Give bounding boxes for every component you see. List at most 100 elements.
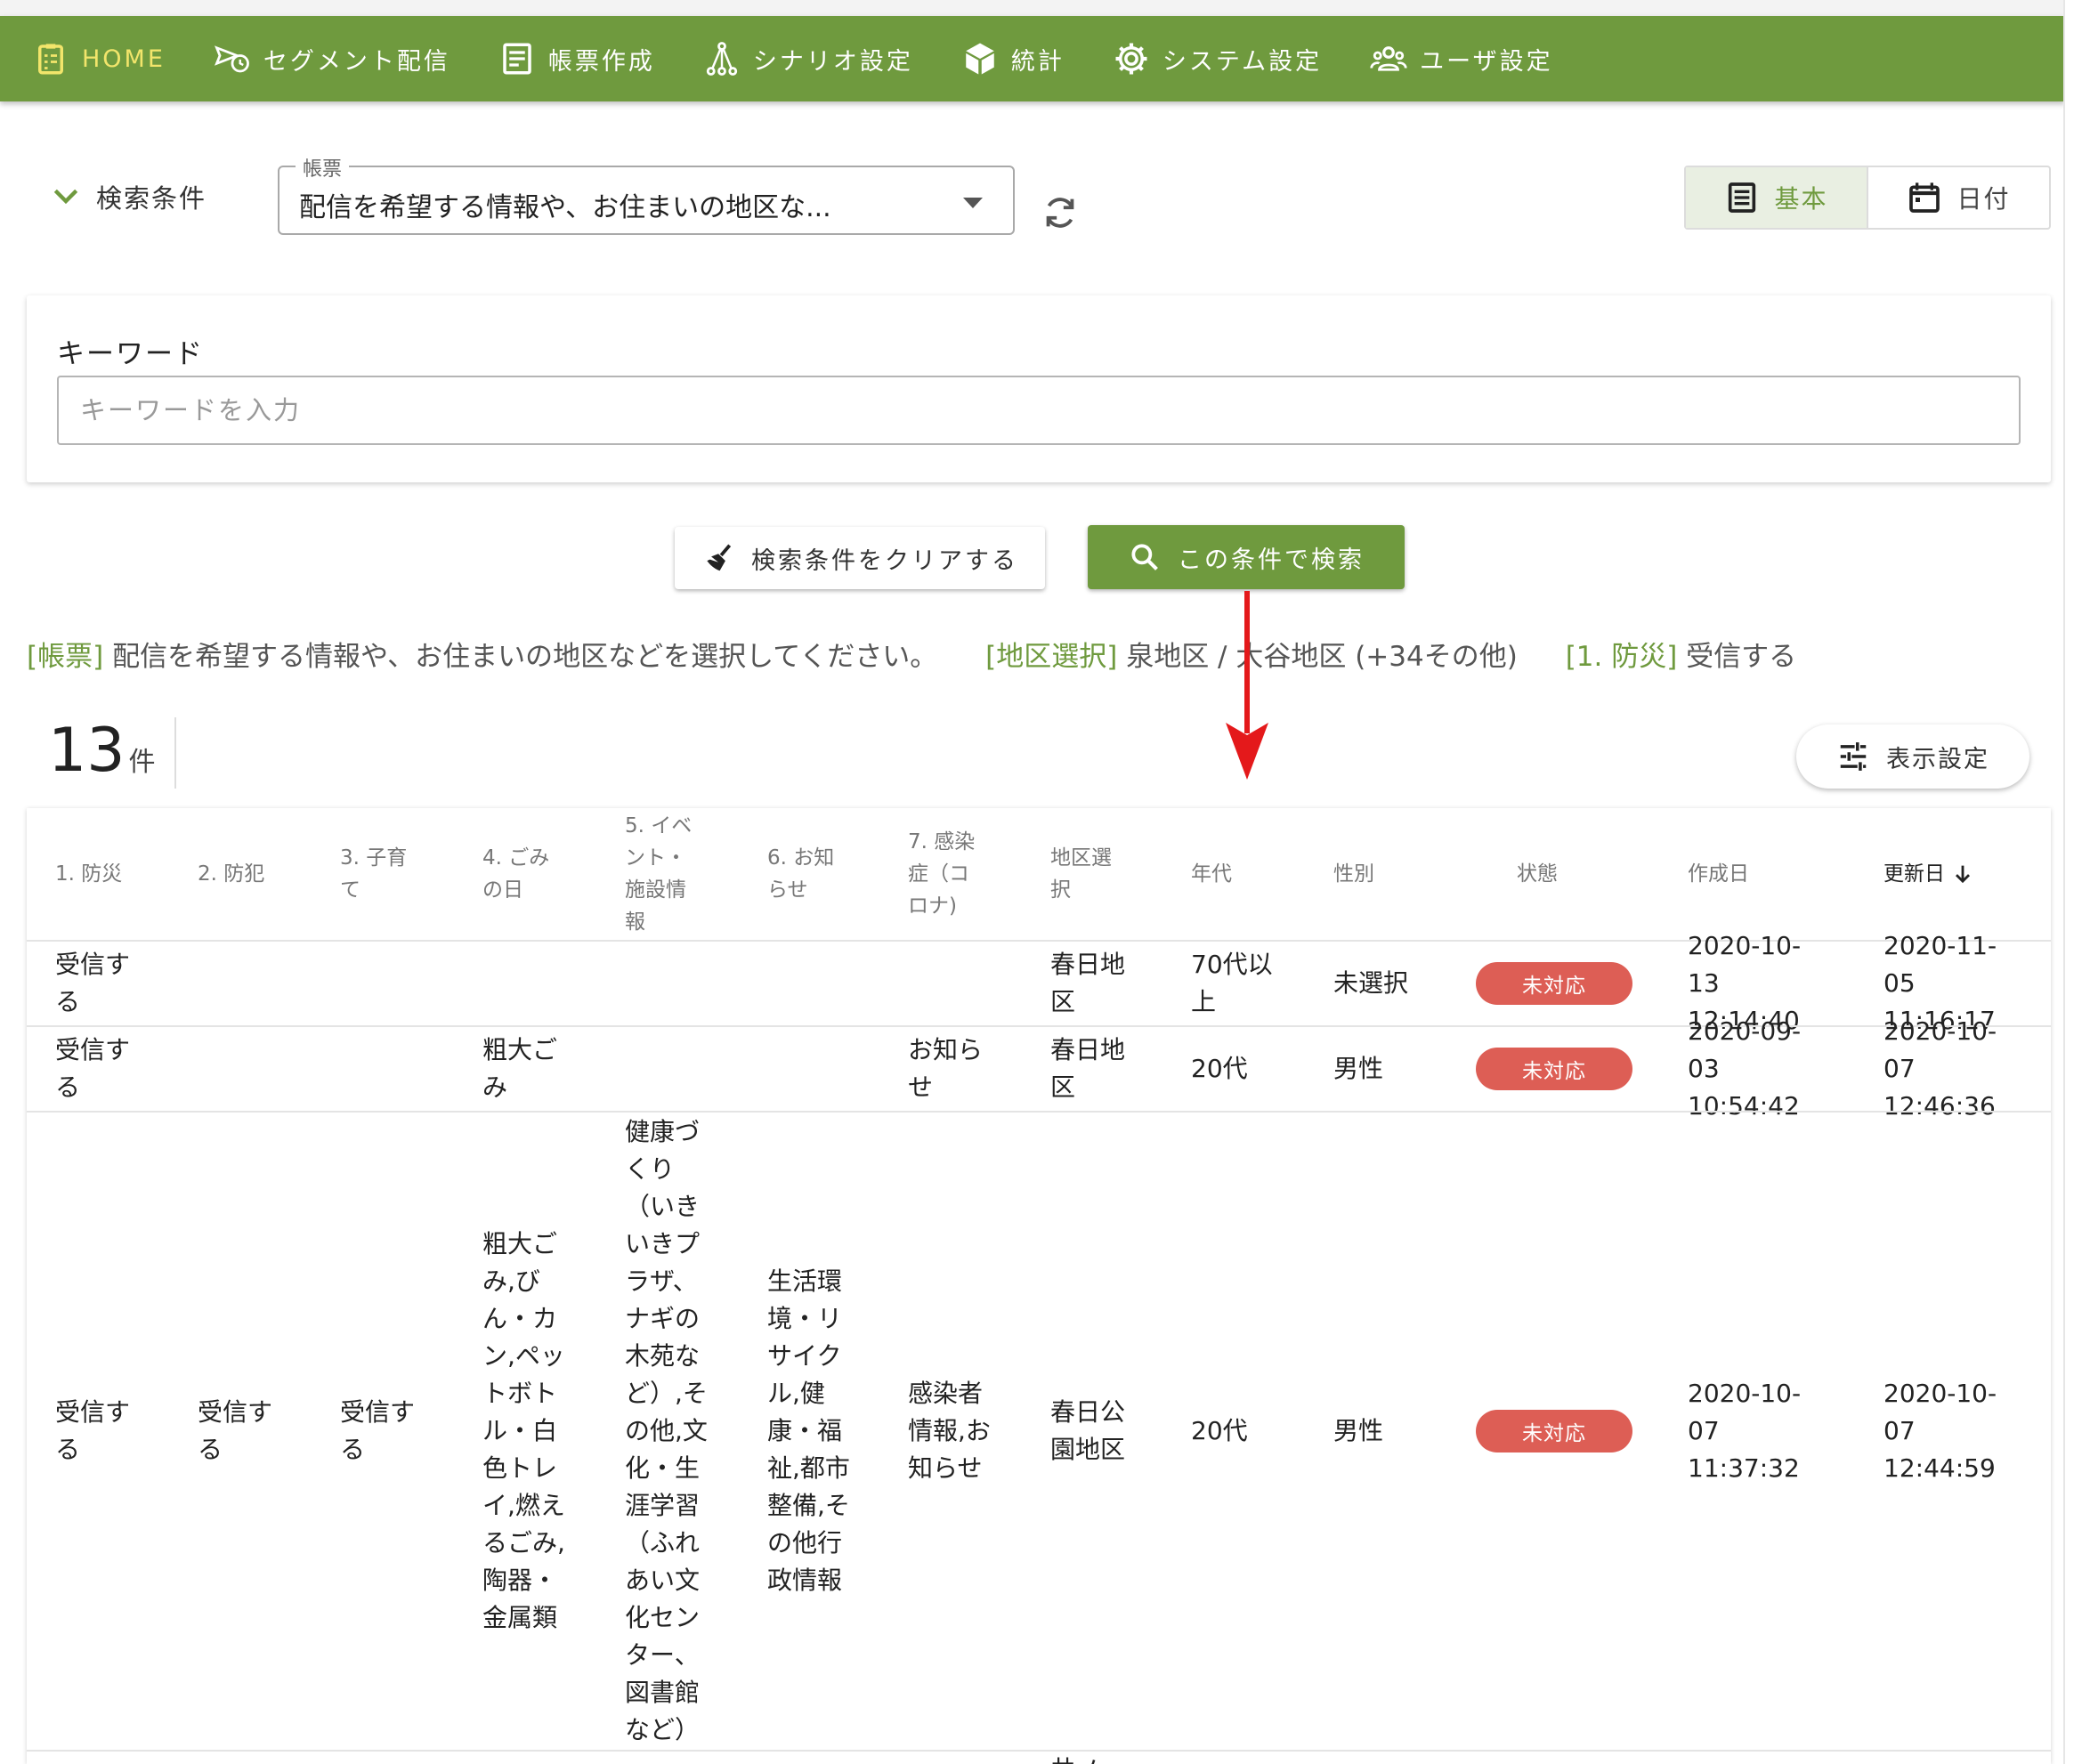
calendar-icon [1909, 182, 1940, 213]
cell-age: 70代以上 [1191, 950, 1273, 1016]
scenario-tree-icon [706, 42, 738, 76]
summary-form: [帳票] 配信を希望する情報や、お住まいの地区などを選択してください。 [27, 641, 937, 673]
result-count-unit: 件 [128, 747, 156, 778]
search-icon [1131, 544, 1158, 570]
nav-home[interactable]: HOME [32, 40, 166, 77]
results-table: 1. 防災 2. 防犯 3. 子育て 4. ごみの日 5. イベント・施設情報 … [27, 808, 2051, 1764]
display-settings-label: 表示設定 [1886, 745, 1989, 773]
caret-down-icon [963, 198, 983, 208]
cell-created: 2020-09-03 10:54:42 [1688, 1016, 1802, 1121]
search-conditions-label: 検索条件 [96, 183, 207, 214]
col-header-infection[interactable]: 7. 感染症（コロナ) [908, 808, 988, 940]
top-strip [0, 0, 2090, 16]
col-header-notice[interactable]: 6. お知らせ [767, 808, 847, 940]
summary-form-tag: [帳票] [27, 641, 104, 673]
col-header-area[interactable]: 地区選択 [1050, 808, 1130, 940]
cell-area: 春日地区 [1050, 950, 1126, 1016]
broom-icon [707, 544, 732, 571]
status-badge: 未対応 [1476, 962, 1632, 1005]
result-count-number: 13 [48, 716, 126, 786]
summary-disaster-tag: [1. 防災] [1565, 641, 1678, 673]
summary-form-value: 配信を希望する情報や、お住まいの地区などを選択してください。 [112, 641, 938, 673]
cell-garbage: 粗大ごみ,びん・カン,ペットボトル・白色トレイ,燃えるごみ,陶器・金属類 [482, 1229, 565, 1632]
cell-disaster: 受信する [55, 1035, 131, 1102]
col-header-created[interactable]: 作成日 [1688, 808, 1803, 940]
chevron-down-icon [53, 189, 78, 205]
gear-icon [1115, 43, 1147, 75]
col-header-disaster[interactable]: 1. 防災 [55, 808, 153, 940]
search-conditions-toggle[interactable]: 検索条件 [48, 178, 207, 215]
form-select-label: 帳票 [296, 153, 350, 182]
cell-area: 春日地区 [1050, 1035, 1126, 1102]
col-header-updated-label: 更新日 [1883, 862, 1945, 886]
view-date-label: 日付 [1956, 184, 2011, 214]
refresh-icon[interactable] [1040, 192, 1081, 233]
cell-age: 20代 [1191, 1054, 1248, 1083]
search-button-label: この条件で検索 [1178, 546, 1365, 574]
row-divider [27, 1750, 2051, 1752]
cell-infection: 感染者情報,お知らせ [908, 1379, 991, 1483]
col-header-garbage[interactable]: 4. ごみの日 [482, 808, 563, 940]
scrollbar-track[interactable] [2063, 0, 2090, 1764]
nav-segment-delivery[interactable]: セグメント配信 [214, 40, 450, 77]
search-button[interactable]: この条件で検索 [1088, 525, 1405, 589]
summary-area-tag: [地区選択] [985, 641, 1118, 673]
cell-updated: 2020-10-07 12:46:36 [1883, 1016, 1997, 1121]
form-document-icon [503, 43, 531, 75]
cell-age: 20代 [1191, 1416, 1248, 1445]
col-header-updated[interactable]: 更新日 [1883, 808, 2026, 940]
cube-stats-icon [966, 43, 994, 75]
cell-childcare: 受信する [340, 1397, 416, 1464]
cell-area-partial: 井ノ [1050, 1752, 1139, 1764]
nav-segment-label: セグメント配信 [263, 47, 450, 76]
summary-area-value: 泉地区 / 大谷地区 (+34その他) [1126, 641, 1518, 673]
top-navigation: HOME セグメント配信 帳票作成 シナリオ設定 統計 システム設定 ユーザ設定 [0, 16, 2065, 101]
cell-disaster: 受信する [55, 950, 131, 1016]
cell-gender: 未選択 [1333, 968, 1409, 998]
nav-form-creation[interactable]: 帳票作成 [498, 40, 655, 77]
status-badge: 未対応 [1476, 1048, 1632, 1090]
display-settings-button[interactable]: 表示設定 [1796, 724, 2029, 789]
keyword-card: キーワード キーワードを入力 [27, 295, 2051, 482]
clear-conditions-button[interactable]: 検索条件をクリアする [675, 527, 1045, 589]
cell-infection: お知らせ [908, 1035, 984, 1102]
arrow-down-icon [1956, 865, 1970, 884]
result-count: 13 件 [48, 716, 156, 786]
nav-home-label: HOME [82, 45, 166, 73]
search-summary: [帳票] 配信を希望する情報や、お住まいの地区などを選択してください。 [地区選… [27, 634, 1835, 674]
nav-scenario-label: シナリオ設定 [752, 47, 913, 76]
nav-user-label: ユーザ設定 [1420, 47, 1553, 76]
cell-created: 2020-10-07 11:37:32 [1688, 1379, 1802, 1483]
view-mode-toggle: 基本 日付 [1684, 166, 2051, 230]
status-badge: 未対応 [1476, 1410, 1632, 1452]
clipboard-list-icon [38, 44, 63, 75]
nav-user-settings[interactable]: ユーザ設定 [1370, 40, 1552, 77]
nav-statistics-label: 統計 [1010, 47, 1065, 76]
form-select[interactable]: 帳票 配信を希望する情報や、お住まいの地区な... [278, 153, 1015, 235]
tune-sliders-icon [1840, 742, 1867, 771]
nav-scenario-settings[interactable]: シナリオ設定 [703, 40, 913, 77]
nav-system-settings[interactable]: システム設定 [1113, 40, 1322, 77]
col-header-crime[interactable]: 2. 防犯 [198, 808, 296, 940]
nav-statistics[interactable]: 統計 [961, 40, 1065, 77]
col-header-age[interactable]: 年代 [1191, 808, 1289, 940]
summary-disaster: [1. 防災] 受信する [1566, 641, 1796, 673]
send-clock-icon [214, 45, 249, 73]
keyword-label: キーワード [57, 338, 204, 370]
form-select-value: 配信を希望する情報や、お住まいの地区な... [299, 192, 831, 223]
cell-notice: 生活環境・リサイクル,健康・福祉,都市整備,その他行政情報 [767, 1266, 850, 1595]
col-header-childcare[interactable]: 3. 子育て [340, 808, 420, 940]
clear-conditions-label: 検索条件をクリアする [751, 546, 1018, 575]
view-basic-button[interactable]: 基本 [1686, 167, 1868, 228]
view-date-button[interactable]: 日付 [1868, 167, 2049, 228]
red-arrow-annotation [1226, 591, 1268, 780]
list-document-icon [1729, 182, 1756, 213]
col-header-status[interactable]: 状態 [1517, 808, 1615, 940]
cell-garbage: 粗大ごみ [482, 1035, 558, 1102]
col-header-gender[interactable]: 性別 [1333, 808, 1431, 940]
nav-system-label: システム設定 [1162, 47, 1323, 76]
col-header-event[interactable]: 5. イベント・施設情報 [625, 808, 705, 940]
keyword-input[interactable]: キーワードを入力 [57, 376, 2021, 445]
view-basic-label: 基本 [1774, 184, 1828, 214]
users-icon [1370, 46, 1407, 71]
